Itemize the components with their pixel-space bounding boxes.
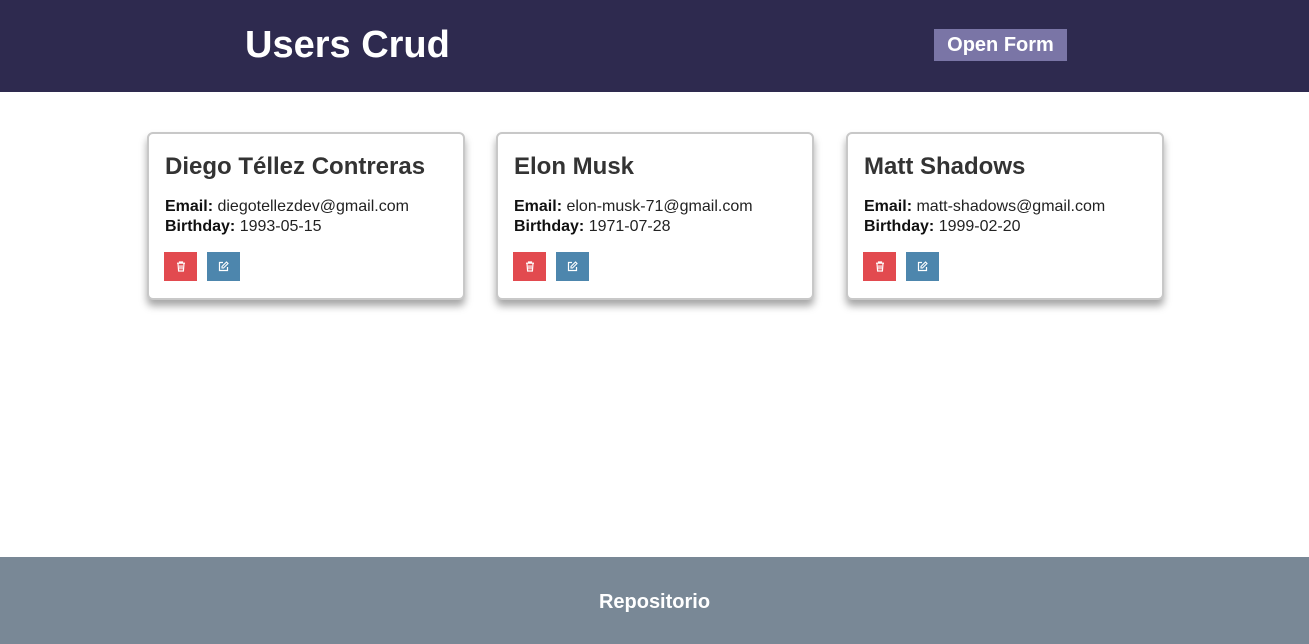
app-header: Users Crud Open Form	[0, 0, 1309, 92]
edit-icon	[218, 261, 229, 272]
user-name: Elon Musk	[514, 153, 635, 180]
edit-user-button[interactable]	[207, 252, 240, 281]
email-value: matt-shadows@gmail.com	[916, 198, 1106, 215]
user-birthday: Birthday: 1993-05-15	[165, 217, 322, 237]
trash-icon	[176, 261, 185, 272]
email-label: Email:	[514, 198, 563, 215]
user-name: Diego Téllez Contreras	[165, 153, 426, 180]
email-value: elon-musk-71@gmail.com	[566, 198, 753, 215]
birthday-value: 1993-05-15	[239, 218, 322, 235]
email-label: Email:	[864, 198, 913, 215]
delete-user-button[interactable]	[164, 252, 197, 281]
user-birthday: Birthday: 1971-07-28	[514, 217, 671, 237]
birthday-label: Birthday:	[165, 218, 236, 235]
email-label: Email:	[165, 198, 214, 215]
user-email: Email: diegotellezdev@gmail.com	[165, 197, 409, 217]
app-footer: Repositorio	[0, 557, 1309, 644]
open-form-button[interactable]: Open Form	[934, 29, 1067, 61]
birthday-value: 1971-07-28	[588, 218, 671, 235]
edit-user-button[interactable]	[906, 252, 939, 281]
delete-user-button[interactable]	[863, 252, 896, 281]
page-title: Users Crud	[245, 24, 450, 66]
delete-user-button[interactable]	[513, 252, 546, 281]
edit-icon	[567, 261, 578, 272]
user-card: Elon Musk Email: elon-musk-71@gmail.com …	[496, 132, 814, 300]
birthday-value: 1999-02-20	[938, 218, 1021, 235]
user-name: Matt Shadows	[864, 153, 1026, 180]
user-card: Diego Téllez Contreras Email: diegotelle…	[147, 132, 465, 300]
trash-icon	[875, 261, 884, 272]
user-email: Email: matt-shadows@gmail.com	[864, 197, 1105, 217]
edit-icon	[917, 261, 928, 272]
birthday-label: Birthday:	[864, 218, 935, 235]
trash-icon	[525, 261, 534, 272]
user-card: Matt Shadows Email: matt-shadows@gmail.c…	[846, 132, 1164, 300]
birthday-label: Birthday:	[514, 218, 585, 235]
edit-user-button[interactable]	[556, 252, 589, 281]
email-value: diegotellezdev@gmail.com	[217, 198, 409, 215]
repository-link[interactable]: Repositorio	[0, 590, 1309, 614]
user-birthday: Birthday: 1999-02-20	[864, 217, 1021, 237]
user-email: Email: elon-musk-71@gmail.com	[514, 197, 753, 217]
